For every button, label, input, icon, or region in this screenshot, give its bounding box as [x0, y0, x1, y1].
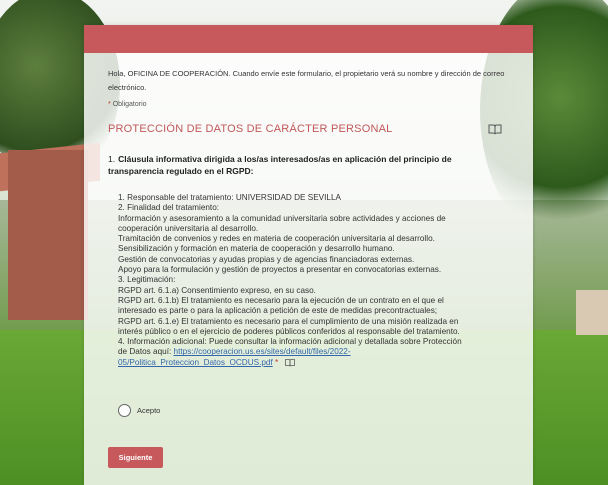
immersive-reader-icon[interactable] — [284, 358, 296, 367]
body-line: Gestión de convocatorias y ayudas propia… — [118, 254, 415, 264]
question-body: 1. Responsable del tratamiento: UNIVERSI… — [118, 193, 508, 368]
body-line: 1. Responsable del tratamiento: UNIVERSI… — [118, 193, 341, 202]
body-line: cooperación universitaria al desarrollo. — [118, 223, 259, 233]
required-note: * Obligatorio — [108, 101, 147, 108]
section-title: PROTECCIÓN DE DATOS DE CARÁCTER PERSONAL — [108, 123, 393, 135]
form-header-bar — [84, 25, 533, 53]
body-line: RGPD art. 6.1.a) Consentimiento expreso,… — [118, 285, 316, 295]
accept-option[interactable]: Acepto — [118, 404, 160, 417]
body-line: Tramitación de convenios y redes en mate… — [118, 234, 435, 244]
required-star: * — [108, 101, 111, 108]
form-intro-text: Hola, OFICINA DE COOPERACIÓN. Cuando env… — [108, 69, 505, 92]
question-title-text: Cláusula informativa dirigida a los/as i… — [108, 154, 452, 176]
accept-label: Acepto — [137, 406, 161, 415]
body-line: de Datos aquí: https://cooperacion.us.es… — [118, 347, 508, 357]
body-line: 3. Legitimación: — [118, 275, 176, 285]
body-line: Sensibilización y formación en materia d… — [118, 244, 395, 254]
next-button[interactable]: Siguiente — [108, 447, 163, 468]
accept-radio[interactable] — [118, 404, 131, 417]
body-line: 05/Politica_Proteccion_Datos_OCDUS.pdf * — [118, 358, 508, 368]
question-required-star: * — [275, 357, 279, 367]
body-line: 4. Información adicional: Puede consulta… — [118, 337, 462, 347]
immersive-reader-icon[interactable] — [488, 123, 502, 135]
body-line: Información y asesoramiento a la comunid… — [118, 213, 446, 223]
privacy-policy-link-part2[interactable]: 05/Politica_Proteccion_Datos_OCDUS.pdf — [118, 358, 273, 367]
required-label: Obligatorio — [112, 101, 147, 108]
body-line: 2. Finalidad del tratamiento: — [118, 203, 220, 213]
privacy-policy-link-part1[interactable]: https://cooperacion.us.es/sites/default/… — [174, 347, 351, 356]
body-line: Apoyo para la formulación y gestión de p… — [118, 265, 442, 275]
body-line: interés público o en el ejercicio de pod… — [118, 326, 460, 336]
question-number: 1. — [108, 154, 116, 164]
body-line-text: de Datos aquí: — [118, 347, 172, 357]
form-card: Hola, OFICINA DE COOPERACIÓN. Cuando env… — [84, 25, 533, 485]
body-line: RGPD art. 6.1.b) El tratamiento es neces… — [118, 295, 444, 305]
body-line: interesado es parte o para la aplicación… — [118, 306, 438, 316]
body-line: RGPD art. 6.1.e) El tratamiento es neces… — [118, 316, 459, 326]
question-title: 1. Cláusula informativa dirigida a los/as… — [108, 153, 488, 177]
